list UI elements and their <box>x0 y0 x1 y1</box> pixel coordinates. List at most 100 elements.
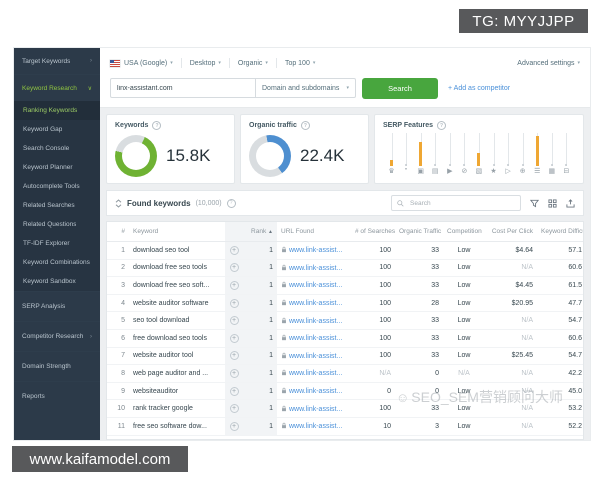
cell-cpc: N/A <box>485 259 537 278</box>
serp-feature-video[interactable]: ▶ <box>443 133 456 176</box>
table-row[interactable]: 1 download seo tool +1 www.link-assist... 10… <box>107 241 583 260</box>
sidebar-item-ranking-keywords[interactable]: Ranking Keywords <box>14 101 100 120</box>
serp-feature-list[interactable]: ☰ <box>531 133 544 176</box>
info-icon[interactable]: ? <box>300 121 310 130</box>
sidebar-item-related-questions[interactable]: Related Questions <box>14 215 100 234</box>
serp-feature-sitelinks[interactable]: ▤ <box>429 133 442 176</box>
serp-feature-quotes[interactable]: ” <box>400 133 413 176</box>
advanced-settings-dropdown[interactable]: Advanced settings ▾ <box>517 60 580 67</box>
serp-feature-crown[interactable]: ♛ <box>385 133 398 176</box>
table-row[interactable]: 6 free download seo tools +1 www.link-assis… <box>107 329 583 348</box>
url-link[interactable]: www.link-assist... <box>289 335 342 342</box>
sidebar-item-tf-idf-explorer[interactable]: TF-IDF Explorer <box>14 234 100 253</box>
serp-feature-shopping[interactable]: ⊟ <box>560 133 573 176</box>
sidebar-item-keyword-planner[interactable]: Keyword Planner <box>14 158 100 177</box>
sidebar-item-serp-analysis[interactable]: SERP Analysis <box>14 291 100 321</box>
export-icon[interactable] <box>566 198 575 208</box>
table-row[interactable]: 7 website auditor tool +1 www.link-assist..… <box>107 347 583 366</box>
table-row[interactable]: 8 web page auditor and ... +1 www.link-assi… <box>107 364 583 383</box>
serp-feature-bar <box>472 133 485 166</box>
serp-feature-no-feature[interactable]: ⊘ <box>458 133 471 176</box>
url-link[interactable]: www.link-assist... <box>289 423 342 430</box>
url-link[interactable]: www.link-assist... <box>289 353 342 360</box>
add-keyword-button[interactable]: + <box>229 368 239 378</box>
url-link[interactable]: www.link-assist... <box>289 388 342 395</box>
url-link[interactable]: www.link-assist... <box>289 282 342 289</box>
sidebar-item-reports[interactable]: Reports <box>14 381 100 411</box>
col-header-keyword[interactable]: Keyword <box>129 222 225 242</box>
sidebar-item-competitor-research[interactable]: Competitor Research › <box>14 321 100 351</box>
serp-feature-knowledge-graph[interactable]: ⊕ <box>516 133 529 176</box>
col-header-traffic[interactable]: Organic Traffic <box>395 222 443 242</box>
collapse-icon[interactable] <box>115 198 122 208</box>
table-row[interactable]: 11 free seo software dow... +1 www.link-ass… <box>107 417 583 436</box>
sidebar-item-target-keywords[interactable]: Target Keywords › <box>14 48 100 75</box>
serp-feature-featured-snippet[interactable]: ▧ <box>472 133 485 176</box>
sidebar-item-keyword-gap[interactable]: Keyword Gap <box>14 120 100 139</box>
serp-feature-top-stories[interactable]: ▦ <box>545 133 558 176</box>
info-icon[interactable]: ? <box>437 121 447 130</box>
table-row[interactable]: 9 websiteauditor +1 www.link-assist... 0 0 Low… <box>107 382 583 401</box>
device-dropdown[interactable]: Desktop ▾ <box>190 60 221 67</box>
url-link[interactable]: www.link-assist... <box>289 318 342 325</box>
url-link[interactable]: www.link-assist... <box>289 406 342 413</box>
add-keyword-button[interactable]: + <box>229 245 239 255</box>
table-row[interactable]: 4 website auditor software +1 www.link-assi… <box>107 294 583 313</box>
col-header-rank[interactable]: Rank ▲ <box>243 222 277 242</box>
table-row[interactable]: 5 seo tool download +1 www.link-assist... 10… <box>107 311 583 330</box>
serp-feature-paid-results[interactable]: ▷ <box>502 133 515 176</box>
filter-icon[interactable] <box>530 199 539 208</box>
info-icon[interactable]: ? <box>226 198 236 208</box>
sidebar-item-search-console[interactable]: Search Console <box>14 139 100 158</box>
col-header-searches[interactable]: # of Searches <box>351 222 395 242</box>
table-search-box[interactable] <box>391 195 521 211</box>
url-link[interactable]: www.link-assist... <box>289 300 342 307</box>
add-keyword-button[interactable]: + <box>229 298 239 308</box>
sidebar-item-autocomplete-tools[interactable]: Autocomplete Tools <box>14 177 100 196</box>
info-icon[interactable]: ? <box>152 121 162 130</box>
cell-url: www.link-assist... <box>277 241 351 260</box>
cell-traffic: 28 <box>395 294 443 313</box>
depth-dropdown[interactable]: Top 100 ▾ <box>285 60 315 67</box>
serp-feature-reviews[interactable]: ★ <box>487 133 500 176</box>
traffic-type-dropdown[interactable]: Organic ▾ <box>238 60 268 67</box>
add-keyword-button[interactable]: + <box>229 421 239 431</box>
col-header-competition[interactable]: Competition <box>443 222 485 242</box>
col-header-num[interactable]: # <box>107 222 129 242</box>
url-link[interactable]: www.link-assist... <box>289 370 342 377</box>
add-keyword-button[interactable]: + <box>229 280 239 290</box>
columns-grid-icon[interactable] <box>548 198 557 208</box>
url-link[interactable]: www.link-assist... <box>289 247 342 254</box>
add-keyword-button[interactable]: + <box>229 351 239 361</box>
add-keyword-button[interactable]: + <box>229 333 239 343</box>
sidebar-item-keyword-sandbox[interactable]: Keyword Sandbox <box>14 272 100 291</box>
sidebar-item-keyword-combinations[interactable]: Keyword Combinations <box>14 253 100 272</box>
table-row[interactable]: 3 download free seo soft... +1 www.link-ass… <box>107 276 583 295</box>
add-keyword-button[interactable]: + <box>229 404 239 414</box>
table-search-input[interactable] <box>408 198 515 208</box>
cell-keyword: seo tool download <box>129 311 225 330</box>
sidebar-item-related-searches[interactable]: Related Searches <box>14 196 100 215</box>
add-keyword-button[interactable]: + <box>229 386 239 396</box>
url-link[interactable]: www.link-assist... <box>289 265 342 272</box>
col-header-difficulty[interactable]: Keyword Difficulty <box>537 222 583 242</box>
sidebar-item-keyword-research[interactable]: Keyword Research ∨ <box>14 75 100 101</box>
region-dropdown[interactable]: USA (Google) ▾ <box>124 60 173 67</box>
sidebar-item-domain-strength[interactable]: Domain Strength <box>14 351 100 381</box>
add-keyword-button[interactable]: + <box>229 263 239 273</box>
col-header-url[interactable]: URL Found <box>277 222 351 242</box>
table-row[interactable]: 10 rank tracker google +1 www.link-assist..… <box>107 399 583 418</box>
search-button[interactable]: Search <box>362 77 438 99</box>
cell-traffic: 33 <box>395 241 443 260</box>
keywords-donut-chart <box>115 135 157 177</box>
scope-select[interactable]: Domain and subdomains ▾ <box>256 78 356 98</box>
add-keyword-button[interactable]: + <box>229 316 239 326</box>
col-header-cpc[interactable]: Cost Per Click <box>485 222 537 242</box>
sidebar-item-label: Keyword Combinations <box>23 259 90 266</box>
table-row[interactable]: 2 download free seo tools +1 www.link-assis… <box>107 259 583 278</box>
domain-input[interactable] <box>110 78 256 98</box>
serp-feature-image-pack[interactable]: ▣ <box>414 133 427 176</box>
add-as-competitor-link[interactable]: + Add as competitor <box>448 85 510 92</box>
cell-keyword: website auditor software <box>129 294 225 313</box>
cell-add: + <box>225 417 243 436</box>
